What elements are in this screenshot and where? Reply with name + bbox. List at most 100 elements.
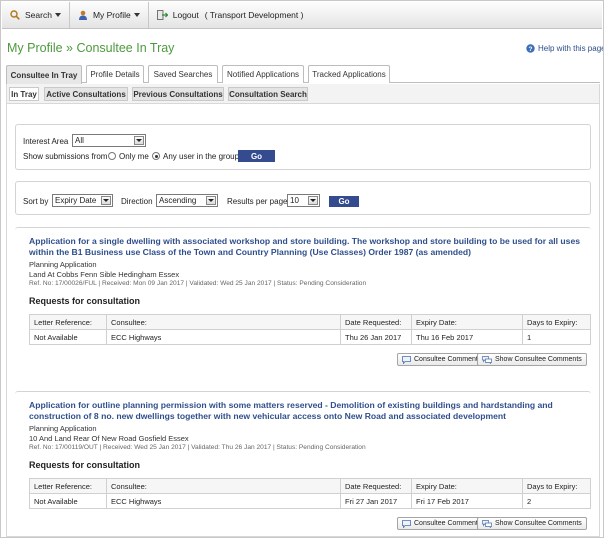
application-type: Planning Application [29,260,97,269]
direction-label: Direction [121,197,153,206]
comments-icon [482,519,492,528]
tab-notified-applications[interactable]: Notified Applications [222,65,304,83]
app-window: Search My Profile Logout ( Transport Dev… [0,0,604,538]
only-me-radio[interactable] [108,152,116,160]
top-menu-bar: Search My Profile Logout ( Transport Dev… [2,2,602,29]
profile-tabs: Consultee In Tray Profile Details Saved … [6,65,600,84]
comment-icon [402,355,411,364]
requests-title: Requests for consultation [29,460,141,470]
search-icon [10,10,20,20]
chevron-down-icon [101,196,111,205]
sort-by-value: Expiry Date [55,196,97,205]
button-label: Consultee Comment [414,520,478,527]
table-row: Not Available ECC Highways Thu 26 Jan 20… [29,329,591,345]
subtab-label: Previous Consultations [133,89,223,99]
application-meta: Ref. No: 17/00119/OUT | Received: Wed 25… [29,444,366,451]
subtab-label: In Tray [11,89,37,99]
show-consultee-comments-button[interactable]: Show Consultee Comments [477,517,587,530]
logout-label: Logout [172,10,199,20]
header-letter-reference: Letter Reference: [29,478,107,494]
header-expiry-date: Expiry Date: [411,314,523,330]
requests-title: Requests for consultation [29,296,141,306]
show-from-label: Show submissions from [23,152,108,161]
table-row: Not Available ECC Highways Fri 27 Jan 20… [29,493,591,509]
sort-by-label: Sort by [23,197,49,206]
any-user-radio[interactable] [152,152,160,160]
tab-saved-searches[interactable]: Saved Searches [148,65,218,83]
application-type: Planning Application [29,424,97,433]
cell-expiry-date: Thu 16 Feb 2017 [411,329,523,345]
subtab-consultation-search[interactable]: Consultation Search [228,87,308,101]
table-header-row: Letter Reference: Consultee: Date Reques… [29,478,591,494]
tab-label: Profile Details [90,70,140,79]
help-link[interactable]: ? Help with this page [526,44,604,53]
chevron-down-icon [133,13,140,17]
filter-go-button[interactable]: Go [238,150,275,162]
chevron-down-icon [54,13,61,17]
application-address: Land At Cobbs Fenn Sible Hedingham Essex [29,270,180,279]
application-card: Application for a single dwelling with a… [15,227,591,372]
cell-letter-reference: Not Available [29,493,107,509]
my-profile-menu-label: My Profile [92,10,131,20]
tab-label: Consultee In Tray [10,70,78,80]
application-card: Application for outline planning permiss… [15,391,591,536]
user-icon [78,10,87,20]
direction-value: Ascending [159,196,197,205]
requests-table: Letter Reference: Consultee: Date Reques… [29,314,591,345]
direction-select[interactable]: Ascending [156,194,218,207]
per-page-value: 10 [290,196,299,205]
subtab-active-consultations[interactable]: Active Consultations [44,87,128,101]
interest-area-select[interactable]: All [72,134,146,147]
subtab-label: Consultation Search [229,89,307,99]
consultee-comment-button[interactable]: Consultee Comment [397,517,483,530]
sort-by-select[interactable]: Expiry Date [52,194,113,207]
chevron-down-icon [134,136,144,145]
application-meta: Ref. No: 17/00026/FUL | Received: Mon 09… [29,280,367,287]
table-header-row: Letter Reference: Consultee: Date Reques… [29,314,591,330]
tab-profile-details[interactable]: Profile Details [86,65,144,83]
tab-tracked-applications[interactable]: Tracked Applications [308,65,390,83]
subtab-in-tray[interactable]: In Tray [9,87,39,101]
subtab-previous-consultations[interactable]: Previous Consultations [132,87,224,101]
sort-go-button[interactable]: Go [329,196,359,207]
tab-label: Saved Searches [153,70,213,79]
cell-consultee: ECC Highways [106,493,341,509]
header-consultee: Consultee: [106,478,341,494]
button-label: Consultee Comment [414,356,478,363]
cell-expiry-date: Fri 17 Feb 2017 [411,493,523,509]
logout-link[interactable]: Logout ( Transport Development ) [149,2,312,28]
cell-days-to-expiry: 2 [522,493,591,509]
help-label: Help with this page [538,44,604,53]
go-label: Go [338,197,350,206]
application-title-link[interactable]: Application for outline planning permiss… [29,400,589,422]
help-icon: ? [526,44,535,53]
per-page-select[interactable]: 10 [287,194,320,207]
header-date-requested: Date Requested: [340,314,412,330]
cell-letter-reference: Not Available [29,329,107,345]
in-tray-subtabs: In Tray Active Consultations Previous Co… [6,84,600,104]
go-label: Go [250,151,263,161]
header-letter-reference: Letter Reference: [29,314,107,330]
svg-text:?: ? [529,46,533,53]
filter-panel: Interest Area All Show submissions from … [15,124,591,170]
header-expiry-date: Expiry Date: [411,478,523,494]
sort-panel: Sort by Expiry Date Direction Ascending … [15,181,591,215]
search-menu[interactable]: Search [2,2,70,28]
application-title-link[interactable]: Application for a single dwelling with a… [29,236,589,258]
tab-label: Tracked Applications [312,70,386,79]
logout-icon [156,10,168,20]
consultee-comment-button[interactable]: Consultee Comment [397,353,483,366]
header-days-to-expiry: Days to Expiry: [522,478,591,494]
chevron-down-icon [308,196,318,205]
tab-consultee-in-tray[interactable]: Consultee In Tray [6,65,82,84]
header-days-to-expiry: Days to Expiry: [522,314,591,330]
show-consultee-comments-button[interactable]: Show Consultee Comments [477,353,587,366]
cell-date-requested: Fri 27 Jan 2017 [340,493,412,509]
cell-consultee: ECC Highways [106,329,341,345]
search-menu-label: Search [25,10,52,20]
tab-label: Notified Applications [226,70,300,79]
my-profile-menu[interactable]: My Profile [70,2,149,28]
cell-days-to-expiry: 1 [522,329,591,345]
header-date-requested: Date Requested: [340,478,412,494]
any-user-label: Any user in the group [163,152,240,161]
